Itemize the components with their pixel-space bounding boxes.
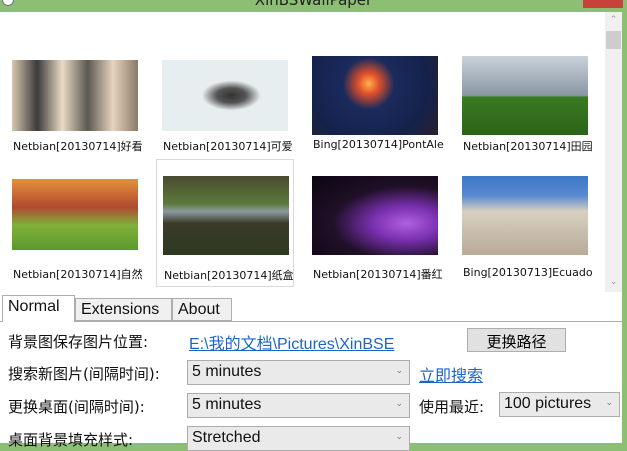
gallery-scrollbar[interactable]: ⌃ ⌄ <box>605 12 622 292</box>
thumbnail <box>12 60 138 131</box>
change-interval-value: 5 minutes <box>192 396 262 413</box>
fill-style-value: Stretched <box>192 429 261 446</box>
scrollbar-thumb[interactable] <box>606 31 621 49</box>
thumbnail <box>312 56 438 135</box>
fill-style-label: 桌面背景填充样式: <box>8 431 134 449</box>
change-path-button[interactable]: 更换路径 <box>467 328 566 352</box>
change-interval-label: 更换桌面(间隔时间): <box>8 398 145 416</box>
chevron-down-icon: ⌄ <box>395 365 403 375</box>
gallery-item-label: Netbian[20130714]纸盒 <box>164 269 293 282</box>
gallery-item-label: Netbian[20130714]好看 <box>13 140 143 153</box>
scroll-down-icon[interactable]: ⌄ <box>605 277 622 287</box>
gallery-item-label: Netbian[20130714]田园 <box>463 140 593 153</box>
gallery-item[interactable]: Netbian[20130714]好看 <box>6 20 144 156</box>
thumbnail <box>462 176 588 255</box>
save-path-label: 背景图保存图片位置: <box>8 333 149 351</box>
gallery-item-label: Netbian[20130714]可爱 <box>163 140 293 153</box>
gallery-item[interactable]: Netbian[20130714]番红 <box>306 159 444 292</box>
wallpaper-gallery: Netbian[20130714]好看 Netbian[20130714]可爱 … <box>0 12 605 292</box>
normal-settings-panel: 背景图保存图片位置: E:\我的文档\Pictures\XinBSE 更换路径 … <box>0 321 622 451</box>
change-interval-select[interactable]: 5 minutes ⌄ <box>187 393 410 418</box>
gallery-item-label: Bing[20130713]Ecuado <box>463 266 593 279</box>
thumbnail <box>162 60 288 131</box>
thumbnail <box>12 179 138 250</box>
tab-bar: Normal Extensions About <box>0 295 622 322</box>
search-now-link[interactable]: 立即搜索 <box>419 362 483 386</box>
gallery-item[interactable]: Netbian[20130714]田园 <box>456 20 594 156</box>
gallery-item-label: Netbian[20130714]番红 <box>313 268 443 281</box>
gallery-item[interactable]: Netbian[20130714]自然 <box>6 159 144 292</box>
thumbnail <box>312 176 438 255</box>
gallery-item-label: Bing[20130714]PontAle <box>313 138 444 151</box>
gallery-item-selected[interactable]: Netbian[20130714]纸盒 <box>156 159 294 287</box>
use-recent-select[interactable]: 100 pictures ⌄ <box>499 392 620 417</box>
save-path-link[interactable]: E:\我的文档\Pictures\XinBSE <box>189 330 411 354</box>
gallery-item[interactable]: Bing[20130714]PontAle <box>306 20 444 156</box>
search-interval-label: 搜索新图片(间隔时间): <box>8 365 160 383</box>
fill-style-select[interactable]: Stretched ⌄ <box>187 426 410 451</box>
use-recent-label: 使用最近: <box>419 398 485 416</box>
search-interval-value: 5 minutes <box>192 363 262 380</box>
tab-about[interactable]: About <box>172 298 232 321</box>
tab-extensions[interactable]: Extensions <box>75 298 172 321</box>
thumbnail <box>163 176 289 255</box>
search-interval-select[interactable]: 5 minutes ⌄ <box>187 360 410 385</box>
scroll-up-icon[interactable]: ⌃ <box>605 15 622 25</box>
gallery-item[interactable]: Bing[20130713]Ecuado <box>456 159 594 292</box>
client-area: Netbian[20130714]好看 Netbian[20130714]可爱 … <box>0 12 622 451</box>
thumbnail <box>462 56 588 135</box>
window-title: XinBSWallPaper <box>254 0 373 9</box>
chevron-down-icon: ⌄ <box>395 431 403 441</box>
tab-normal[interactable]: Normal <box>2 295 75 322</box>
gallery-item-label: Netbian[20130714]自然 <box>13 268 143 281</box>
gallery-item[interactable]: Netbian[20130714]可爱 <box>156 20 294 156</box>
title-bar[interactable]: XinBSWallPaper <box>0 0 627 12</box>
use-recent-value: 100 pictures <box>504 395 592 412</box>
chevron-down-icon: ⌄ <box>605 397 613 407</box>
close-button[interactable] <box>583 0 623 8</box>
chevron-down-icon: ⌄ <box>395 398 403 408</box>
